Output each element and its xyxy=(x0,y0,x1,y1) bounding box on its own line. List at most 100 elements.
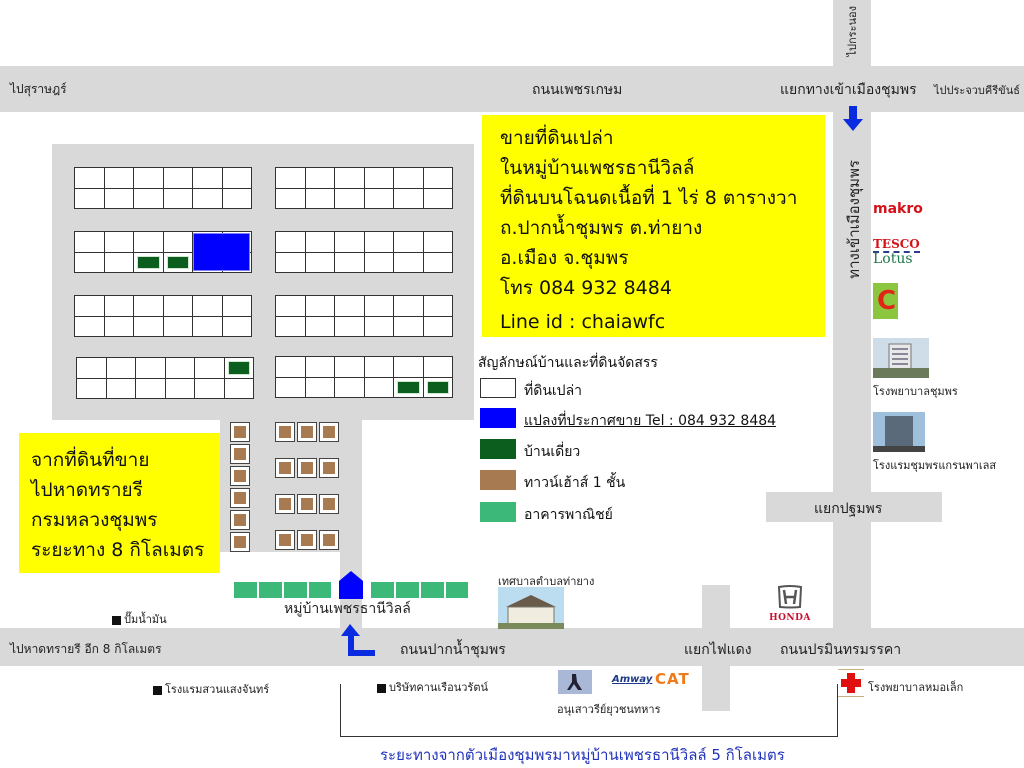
lot[interactable] xyxy=(276,188,305,208)
lot[interactable] xyxy=(75,252,104,272)
lot[interactable] xyxy=(335,316,364,336)
lot[interactable] xyxy=(394,168,423,188)
lot[interactable] xyxy=(134,232,163,252)
lot[interactable] xyxy=(305,357,334,377)
lot[interactable] xyxy=(75,188,104,208)
lot[interactable] xyxy=(364,168,393,188)
lot[interactable] xyxy=(75,316,104,336)
lot[interactable] xyxy=(394,296,423,316)
lot[interactable] xyxy=(193,316,222,336)
lot[interactable] xyxy=(364,232,393,252)
lot[interactable] xyxy=(75,168,104,188)
townhouse-unit[interactable] xyxy=(319,530,339,550)
lot[interactable] xyxy=(195,358,224,378)
lot[interactable] xyxy=(134,296,163,316)
lot[interactable] xyxy=(134,168,163,188)
lot[interactable] xyxy=(106,378,135,398)
lot[interactable] xyxy=(335,168,364,188)
lot[interactable] xyxy=(163,316,192,336)
lot[interactable] xyxy=(394,188,423,208)
lot[interactable] xyxy=(423,357,452,377)
lot[interactable] xyxy=(134,316,163,336)
townhouse-unit[interactable] xyxy=(230,422,250,442)
townhouse-unit[interactable] xyxy=(230,510,250,530)
townhouse-unit[interactable] xyxy=(230,488,250,508)
lot[interactable] xyxy=(423,168,452,188)
lot[interactable] xyxy=(77,378,106,398)
lot[interactable] xyxy=(394,252,423,272)
townhouse-unit[interactable] xyxy=(230,466,250,486)
lot[interactable] xyxy=(163,232,192,252)
lot[interactable] xyxy=(335,188,364,208)
lot[interactable] xyxy=(77,358,106,378)
lot[interactable] xyxy=(276,357,305,377)
lot-single-house[interactable] xyxy=(423,377,452,397)
lot[interactable] xyxy=(193,296,222,316)
lot[interactable] xyxy=(163,296,192,316)
lot[interactable] xyxy=(423,296,452,316)
lot[interactable] xyxy=(423,252,452,272)
lot[interactable] xyxy=(222,296,251,316)
townhouse-unit[interactable] xyxy=(275,494,295,514)
lot-single-house[interactable] xyxy=(134,252,163,272)
townhouse-unit[interactable] xyxy=(297,494,317,514)
lot[interactable] xyxy=(163,168,192,188)
lot[interactable] xyxy=(335,232,364,252)
lot[interactable] xyxy=(305,168,334,188)
lot[interactable] xyxy=(222,316,251,336)
lot[interactable] xyxy=(104,168,133,188)
lot[interactable] xyxy=(423,232,452,252)
lot[interactable] xyxy=(364,188,393,208)
lot[interactable] xyxy=(394,232,423,252)
lot[interactable] xyxy=(394,316,423,336)
lot[interactable] xyxy=(193,168,222,188)
lot[interactable] xyxy=(335,377,364,397)
lot[interactable] xyxy=(104,188,133,208)
lot[interactable] xyxy=(195,378,224,398)
lot[interactable] xyxy=(222,188,251,208)
lot[interactable] xyxy=(305,232,334,252)
lot[interactable] xyxy=(364,316,393,336)
lot[interactable] xyxy=(163,188,192,208)
lot[interactable] xyxy=(305,296,334,316)
lot[interactable] xyxy=(75,296,104,316)
lot[interactable] xyxy=(335,296,364,316)
lot[interactable] xyxy=(305,377,334,397)
lot[interactable] xyxy=(104,316,133,336)
townhouse-unit[interactable] xyxy=(275,530,295,550)
lot[interactable] xyxy=(305,188,334,208)
lot[interactable] xyxy=(335,252,364,272)
lot[interactable] xyxy=(423,316,452,336)
lot[interactable] xyxy=(364,357,393,377)
townhouse-unit[interactable] xyxy=(275,458,295,478)
townhouse-unit[interactable] xyxy=(319,458,339,478)
lot[interactable] xyxy=(106,358,135,378)
lot[interactable] xyxy=(276,168,305,188)
lot[interactable] xyxy=(276,377,305,397)
lot[interactable] xyxy=(276,252,305,272)
lot[interactable] xyxy=(104,296,133,316)
lot[interactable] xyxy=(104,252,133,272)
lot[interactable] xyxy=(104,232,133,252)
lot-single-house[interactable] xyxy=(394,377,423,397)
lot[interactable] xyxy=(193,188,222,208)
lot[interactable] xyxy=(305,316,334,336)
townhouse-unit[interactable] xyxy=(297,458,317,478)
lot[interactable] xyxy=(364,252,393,272)
lot[interactable] xyxy=(165,378,194,398)
lot[interactable] xyxy=(165,358,194,378)
lot[interactable] xyxy=(224,378,253,398)
lot[interactable] xyxy=(276,296,305,316)
townhouse-unit[interactable] xyxy=(297,530,317,550)
lot[interactable] xyxy=(136,378,165,398)
lot-single-house[interactable] xyxy=(224,358,253,378)
lot-single-house[interactable] xyxy=(163,252,192,272)
lot[interactable] xyxy=(136,358,165,378)
lot[interactable] xyxy=(364,377,393,397)
lot[interactable] xyxy=(222,168,251,188)
townhouse-unit[interactable] xyxy=(230,532,250,552)
lot-for-sale[interactable] xyxy=(193,233,250,271)
lot[interactable] xyxy=(335,357,364,377)
townhouse-unit[interactable] xyxy=(230,444,250,464)
lot[interactable] xyxy=(305,252,334,272)
